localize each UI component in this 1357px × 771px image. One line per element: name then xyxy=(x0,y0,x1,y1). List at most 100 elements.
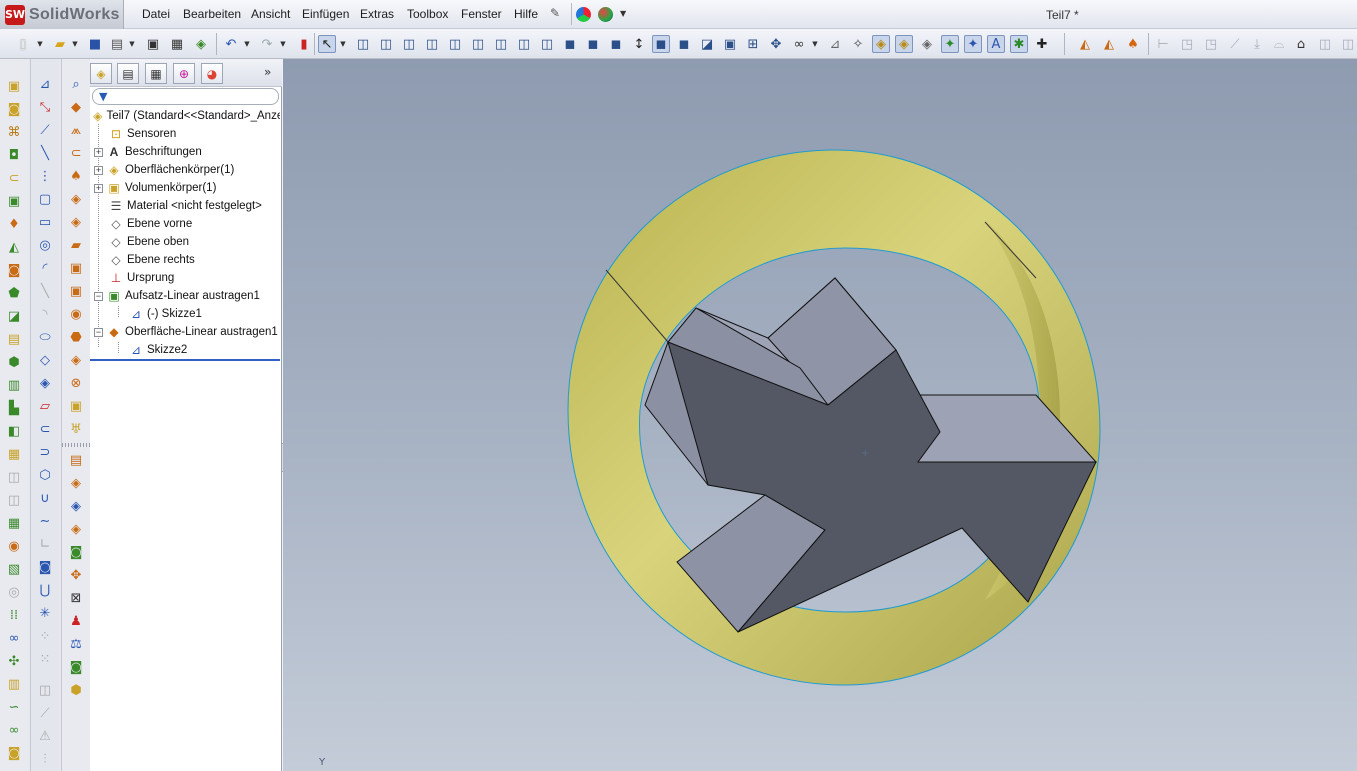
shaded-with-edges-icon[interactable]: ◼ xyxy=(652,35,670,53)
shaded-icon[interactable]: ◼ xyxy=(675,35,693,53)
mold-split-icon[interactable]: ⚖ xyxy=(67,635,85,653)
print-preview-icon[interactable]: ▣ xyxy=(144,35,162,53)
miter-flange-icon[interactable]: ⟋ xyxy=(1226,35,1244,53)
wrap-icon[interactable]: ▦ xyxy=(5,445,23,463)
undo-icon[interactable]: ↶ xyxy=(222,35,240,53)
smart-dimension-icon[interactable]: ✧ xyxy=(849,35,867,53)
tooling-split-icon[interactable]: ◙ xyxy=(67,658,85,676)
chevron-down-icon[interactable]: ▼ xyxy=(620,9,626,18)
table-pattern-icon[interactable]: ⁞⁞ xyxy=(5,606,23,624)
surface-offset-icon[interactable]: ✥ xyxy=(67,566,85,584)
sketch-icon[interactable]: ⊿ xyxy=(36,75,54,93)
mirror-entities-icon[interactable]: ⟋ xyxy=(36,704,54,722)
chevron-down-icon[interactable]: ▼ xyxy=(243,35,251,53)
view-bottom-icon[interactable]: ◫ xyxy=(469,35,487,53)
base-flange-icon[interactable]: ◳ xyxy=(1178,35,1196,53)
view-dimetric-icon[interactable]: ◫ xyxy=(538,35,556,53)
view-back-icon[interactable]: ◫ xyxy=(377,35,395,53)
tree-node-annotations[interactable]: + A Beschriftungen xyxy=(94,143,202,161)
print-icon[interactable]: ▤ xyxy=(108,35,126,53)
view-sketches-icon[interactable]: ✦ xyxy=(964,35,982,53)
boundary-boss-icon[interactable]: ⊂ xyxy=(5,169,23,187)
parabola-icon[interactable]: ∪ xyxy=(36,489,54,507)
tree-node-material[interactable]: ☰ Material <nicht festgelegt> xyxy=(108,197,262,215)
hole-wizard-icon[interactable]: ♦ xyxy=(5,215,23,233)
collapse-icon[interactable]: − xyxy=(94,327,103,337)
fillet-sketch-icon[interactable]: ∟ xyxy=(36,535,54,553)
menu-datei[interactable]: Datei xyxy=(142,7,170,21)
view-left-icon[interactable]: ◫ xyxy=(400,35,418,53)
tree-node-surface-extrude[interactable]: − ◆ Oberfläche-Linear austragen1 xyxy=(94,323,278,341)
appearance-icon[interactable] xyxy=(576,7,591,22)
edge-flange-icon[interactable]: ◳ xyxy=(1202,35,1220,53)
tree-node-right-plane[interactable]: ◇ Ebene rechts xyxy=(108,251,194,269)
extruded-surface-icon[interactable]: ⌕ xyxy=(67,75,85,93)
chevron-down-icon[interactable]: ▼ xyxy=(339,35,347,53)
polygon-icon[interactable]: ◇ xyxy=(36,351,54,369)
tree-node-part[interactable]: ◈ Teil7 (Standard<<Standard>_Anzeigestat… xyxy=(92,107,280,125)
revolved-surface-icon[interactable]: ◆ xyxy=(67,98,85,116)
swept-surface-icon[interactable]: ⩕ xyxy=(67,121,85,139)
extruded-cut-icon[interactable]: ▣ xyxy=(5,192,23,210)
display-relations-icon[interactable]: ⚠ xyxy=(36,727,54,745)
linear-pattern-icon[interactable]: ▦ xyxy=(5,514,23,532)
chevron-right-icon[interactable]: » xyxy=(264,65,271,79)
pin-icon[interactable]: ✎ xyxy=(550,6,560,20)
feature-manager-tab-icon[interactable]: ◈ xyxy=(90,63,112,84)
solidworks-logo[interactable]: SW SolidWorks xyxy=(0,0,124,29)
view-planes-icon[interactable]: ◈ xyxy=(872,35,890,53)
linear-sketch-pattern-icon[interactable]: ⁘ xyxy=(36,627,54,645)
tree-node-sketch1[interactable]: ⊿ (-) Skizze1 xyxy=(128,305,202,323)
swept-cut-icon[interactable]: ◙ xyxy=(5,261,23,279)
delete-face-icon[interactable]: ◉ xyxy=(67,305,85,323)
fill-pattern-icon[interactable]: ◎ xyxy=(5,583,23,601)
parting-surface-icon[interactable]: ⬢ xyxy=(67,681,85,699)
delete-hole-icon[interactable]: ◈ xyxy=(67,351,85,369)
sheet-metal-icon[interactable]: ⊢ xyxy=(1154,35,1172,53)
instant3d-icon[interactable]: ∽ xyxy=(5,698,23,716)
collapse-icon[interactable]: − xyxy=(94,291,103,301)
trim-surface-icon[interactable]: ▣ xyxy=(67,397,85,415)
chevron-down-icon[interactable]: ▼ xyxy=(279,35,287,53)
tangent-arc-icon[interactable]: ╲ xyxy=(36,282,54,300)
move-copy-bodies-icon[interactable]: ◙ xyxy=(67,543,85,561)
chevron-down-icon[interactable]: ▼ xyxy=(128,35,136,53)
flatten-icon[interactable]: ◫ xyxy=(1339,35,1357,53)
delete-body-icon[interactable]: ⊠ xyxy=(67,589,85,607)
open-icon[interactable]: ▰ xyxy=(51,35,69,53)
save-icon[interactable]: ■ xyxy=(86,35,104,53)
expand-icon[interactable]: + xyxy=(94,183,103,193)
shell-icon[interactable]: ▥ xyxy=(5,376,23,394)
core-icon[interactable]: ♠ xyxy=(1124,35,1142,53)
parallelogram-icon[interactable]: ▱ xyxy=(36,397,54,415)
select-icon[interactable]: ↖ xyxy=(318,35,336,53)
tree-filter[interactable]: ▼ xyxy=(92,88,279,105)
chamfer-icon[interactable]: ▤ xyxy=(5,330,23,348)
spline-icon[interactable]: ∼ xyxy=(36,512,54,530)
smart-dimension-icon[interactable]: ⤡ xyxy=(36,98,54,116)
ruled-surface-icon[interactable]: ▣ xyxy=(67,259,85,277)
jog-icon[interactable]: ⌓ xyxy=(1270,35,1288,53)
view-origins-icon[interactable]: ✦ xyxy=(941,35,959,53)
toolbar-grip[interactable] xyxy=(62,443,91,447)
view-points-icon[interactable]: ◈ xyxy=(918,35,936,53)
graphics-area[interactable]: + Y xyxy=(283,59,1357,771)
dimxpert-tab-icon[interactable]: ⊕ xyxy=(173,63,195,84)
extruded-boss-icon[interactable]: ▣ xyxy=(5,77,23,95)
thickened-cut-icon[interactable]: ◈ xyxy=(67,497,85,515)
centerpoint-arc-icon[interactable]: ◜ xyxy=(36,259,54,277)
split-line-icon[interactable]: ∞ xyxy=(5,721,23,739)
tree-node-sensors[interactable]: ⊡ Sensoren xyxy=(108,125,176,143)
menu-ansicht[interactable]: Ansicht xyxy=(251,7,290,21)
hem-icon[interactable]: ⤓ xyxy=(1248,35,1266,53)
combine-icon[interactable]: ♟ xyxy=(67,612,85,630)
view-top-icon[interactable]: ◫ xyxy=(446,35,464,53)
scene-icon[interactable] xyxy=(598,7,613,22)
expand-icon[interactable]: + xyxy=(94,147,103,157)
corner-rectangle-icon[interactable]: ▭ xyxy=(36,213,54,231)
circular-sketch-pattern-icon[interactable]: ⁙ xyxy=(36,650,54,668)
repair-sketch-icon[interactable]: ⫶ xyxy=(36,750,54,768)
filled-surface-icon[interactable]: ◈ xyxy=(67,190,85,208)
curve-pattern-icon[interactable]: ▧ xyxy=(5,560,23,578)
tree-node-surface-bodies[interactable]: + ◈ Oberflächenkörper(1) xyxy=(94,161,234,179)
